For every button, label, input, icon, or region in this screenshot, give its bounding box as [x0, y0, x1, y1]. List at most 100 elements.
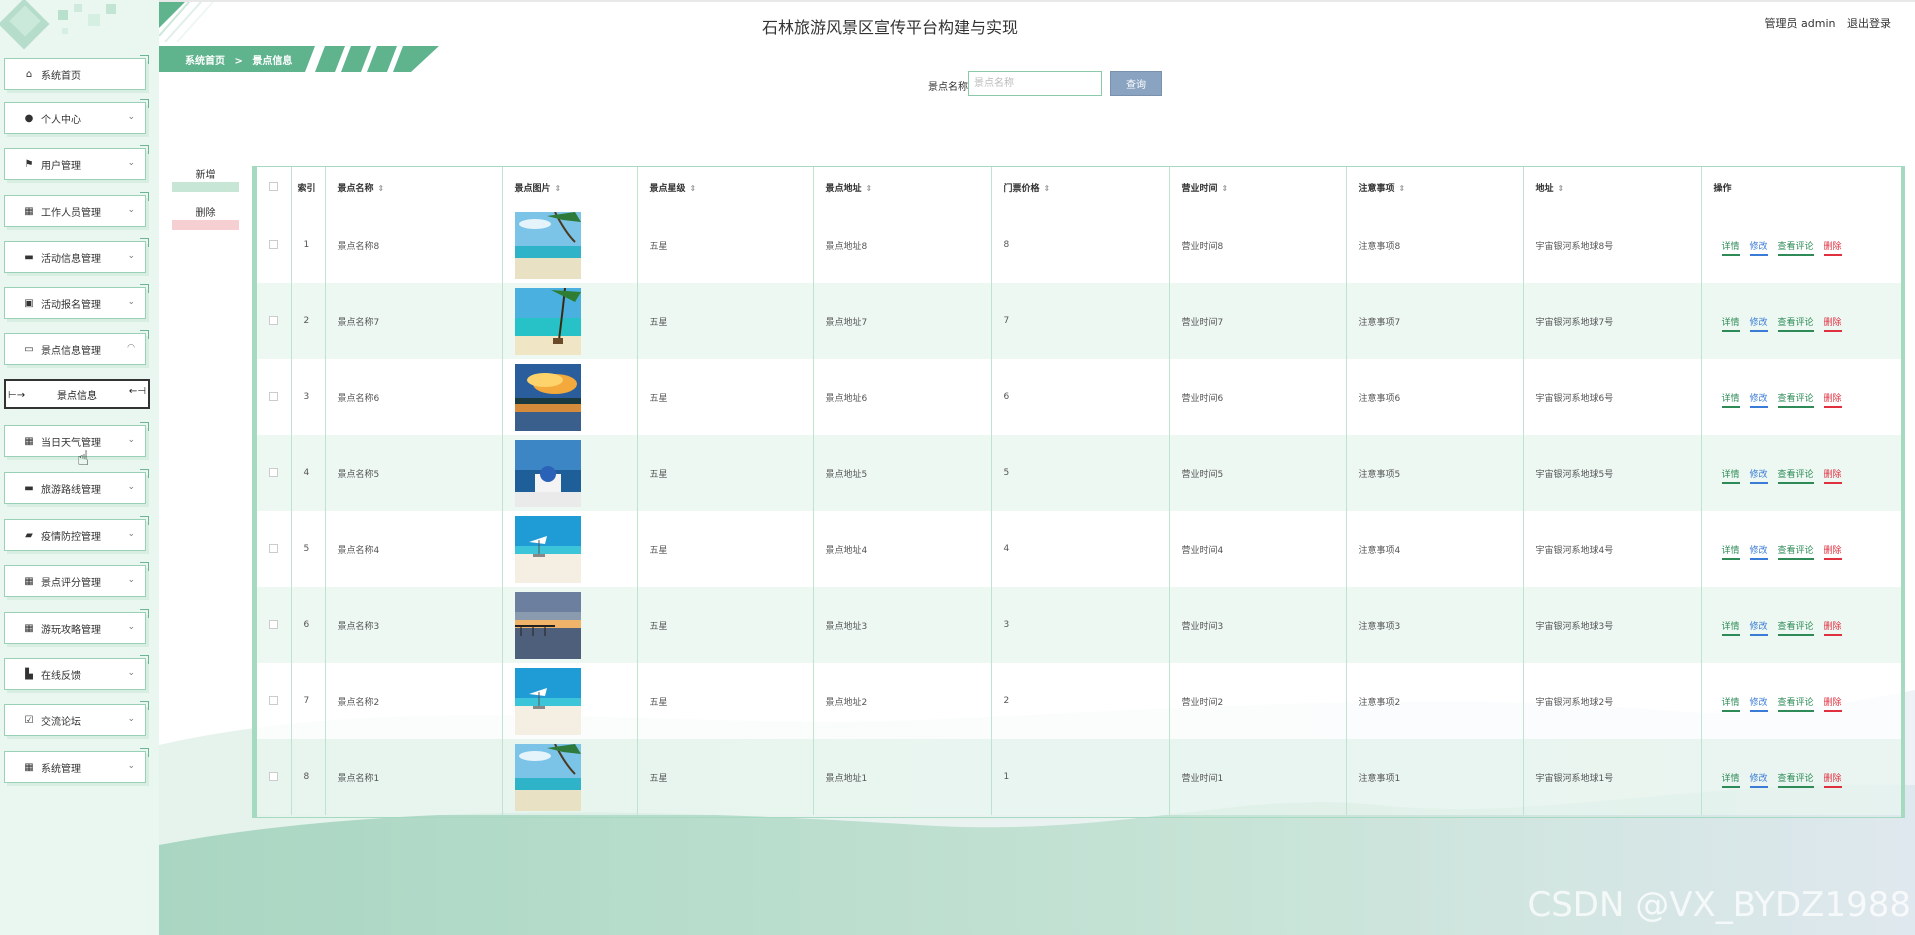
row-checkbox[interactable] — [257, 739, 292, 815]
column-header-name[interactable]: 景点名称 ⇕ — [325, 167, 503, 207]
submenu-scenic-info[interactable]: ⊢→ 景点信息 ←⊣ — [4, 379, 150, 409]
grid-icon: ▦ — [24, 205, 34, 217]
view-comments-link[interactable]: 查看评论 — [1777, 317, 1814, 332]
sidebar-item-label: 旅游路线管理 — [41, 484, 101, 496]
column-header-notes[interactable]: 注意事项 ⇕ — [1346, 167, 1524, 207]
sidebar-item[interactable]: ▰ 疫情防控管理 ⌄ — [4, 516, 149, 551]
logout-link[interactable]: 退出登录 — [1847, 17, 1891, 30]
detail-link[interactable]: 详情 — [1721, 317, 1740, 332]
scenic-image[interactable] — [514, 287, 581, 355]
breadcrumb-home[interactable]: 系统首页 — [185, 56, 225, 67]
cell-name: 景点名称8 — [325, 207, 503, 283]
sort-icon[interactable]: ⇕ — [1044, 184, 1051, 193]
edit-link[interactable]: 修改 — [1749, 697, 1768, 712]
detail-link[interactable]: 详情 — [1721, 393, 1740, 408]
edit-link[interactable]: 修改 — [1749, 621, 1768, 636]
sort-icon[interactable]: ⇕ — [1399, 184, 1406, 193]
column-header-stars[interactable]: 景点星级 ⇕ — [637, 167, 814, 207]
scenic-image[interactable] — [514, 591, 581, 659]
row-checkbox[interactable] — [257, 207, 292, 283]
delete-link[interactable]: 删除 — [1823, 697, 1842, 712]
view-comments-link[interactable]: 查看评论 — [1777, 773, 1814, 788]
row-checkbox[interactable] — [257, 283, 292, 359]
sidebar-item-label: 游玩攻略管理 — [41, 624, 101, 636]
edit-link[interactable]: 修改 — [1749, 469, 1768, 484]
view-comments-link[interactable]: 查看评论 — [1777, 469, 1814, 484]
column-header-price[interactable]: 门票价格 ⇕ — [991, 167, 1170, 207]
scenic-image[interactable] — [514, 515, 581, 583]
delete-link[interactable]: 删除 — [1823, 241, 1842, 256]
delete-link[interactable]: 删除 — [1823, 469, 1842, 484]
view-comments-link[interactable]: 查看评论 — [1777, 241, 1814, 256]
scenic-image[interactable] — [514, 743, 581, 811]
sidebar-item[interactable]: ▭ 景点信息管理 ◠ — [4, 330, 149, 365]
search-input[interactable] — [968, 71, 1102, 96]
monitor-icon: ▭ — [24, 343, 34, 355]
sidebar-item[interactable]: ● 个人中心 ⌄ — [4, 99, 149, 134]
edit-link[interactable]: 修改 — [1749, 393, 1768, 408]
column-header-address[interactable]: 景点地址 ⇕ — [813, 167, 992, 207]
view-comments-link[interactable]: 查看评论 — [1777, 621, 1814, 636]
sidebar-item[interactable]: ▣ 活动报名管理 ⌄ — [4, 284, 149, 319]
column-header-hours[interactable]: 营业时间 ⇕ — [1169, 167, 1347, 207]
column-header-location[interactable]: 地址 ⇕ — [1523, 167, 1702, 207]
row-checkbox[interactable] — [257, 587, 292, 663]
column-header-image[interactable]: 景点图片 ⇕ — [502, 167, 638, 207]
edit-link[interactable]: 修改 — [1749, 773, 1768, 788]
detail-link[interactable]: 详情 — [1721, 773, 1740, 788]
chevron-down-icon: ⌄ — [127, 622, 135, 632]
add-button[interactable]: 新增 — [172, 170, 239, 192]
row-checkbox[interactable] — [257, 663, 292, 739]
sidebar-item-label: 景点评分管理 — [41, 577, 101, 589]
scenic-image[interactable] — [514, 667, 581, 735]
sidebar-item[interactable]: ▙ 在线反馈 ⌄ — [4, 655, 149, 690]
cell-image — [502, 359, 638, 435]
sidebar-item[interactable]: ▬ 活动信息管理 ⌄ — [4, 238, 149, 273]
chevron-down-icon: ⌄ — [127, 668, 135, 678]
scenic-image[interactable] — [514, 439, 581, 507]
table-row: 2 景点名称7 五星 景点地址7 7 营业时间7 注意事项7 宇宙银河系地球7号 详情 修改 查看评… — [257, 283, 1901, 359]
sort-icon[interactable]: ⇕ — [378, 184, 385, 193]
sort-icon[interactable]: ⇕ — [866, 184, 873, 193]
delete-button[interactable]: 删除 — [172, 208, 239, 230]
detail-link[interactable]: 详情 — [1721, 241, 1740, 256]
detail-link[interactable]: 详情 — [1721, 545, 1740, 560]
sidebar-item[interactable]: ▦ 当日天气管理 ⌄ — [4, 422, 149, 457]
edit-link[interactable]: 修改 — [1749, 545, 1768, 560]
sort-icon[interactable]: ⇕ — [555, 184, 562, 193]
chevron-down-icon: ⌄ — [127, 529, 135, 539]
cell-index: 7 — [291, 663, 326, 739]
view-comments-link[interactable]: 查看评论 — [1777, 697, 1814, 712]
row-checkbox[interactable] — [257, 435, 292, 511]
detail-link[interactable]: 详情 — [1721, 697, 1740, 712]
scenic-image[interactable] — [514, 211, 581, 279]
view-comments-link[interactable]: 查看评论 — [1777, 545, 1814, 560]
row-checkbox[interactable] — [257, 359, 292, 435]
sort-icon[interactable]: ⇕ — [690, 184, 697, 193]
detail-link[interactable]: 详情 — [1721, 621, 1740, 636]
sidebar-item[interactable]: ▦ 游玩攻略管理 ⌄ — [4, 609, 149, 644]
sort-icon[interactable]: ⇕ — [1558, 184, 1565, 193]
delete-link[interactable]: 删除 — [1823, 545, 1842, 560]
detail-link[interactable]: 详情 — [1721, 469, 1740, 484]
view-comments-link[interactable]: 查看评论 — [1777, 393, 1814, 408]
sidebar-item[interactable]: ▦ 景点评分管理 ⌄ — [4, 562, 149, 597]
delete-link[interactable]: 删除 — [1823, 773, 1842, 788]
sidebar-item[interactable]: ⌂ 系统首页 — [4, 55, 149, 90]
sidebar-item[interactable]: ▦ 工作人员管理 ⌄ — [4, 192, 149, 227]
sort-icon[interactable]: ⇕ — [1222, 184, 1229, 193]
delete-link[interactable]: 删除 — [1823, 621, 1842, 636]
edit-link[interactable]: 修改 — [1749, 241, 1768, 256]
delete-link[interactable]: 删除 — [1823, 317, 1842, 332]
sidebar-item[interactable]: ☑ 交流论坛 ⌄ — [4, 701, 149, 736]
delete-link[interactable]: 删除 — [1823, 393, 1842, 408]
search-button[interactable]: 查询 — [1110, 71, 1162, 96]
cell-notes: 注意事项6 — [1346, 359, 1524, 435]
sidebar-item[interactable]: ⚑ 用户管理 ⌄ — [4, 145, 149, 180]
select-all-checkbox[interactable] — [257, 167, 292, 207]
scenic-image[interactable] — [514, 363, 581, 431]
edit-link[interactable]: 修改 — [1749, 317, 1768, 332]
sidebar-item[interactable]: ▬ 旅游路线管理 ⌄ — [4, 469, 149, 504]
sidebar-item[interactable]: ▦ 系统管理 ⌄ — [4, 748, 149, 783]
row-checkbox[interactable] — [257, 511, 292, 587]
